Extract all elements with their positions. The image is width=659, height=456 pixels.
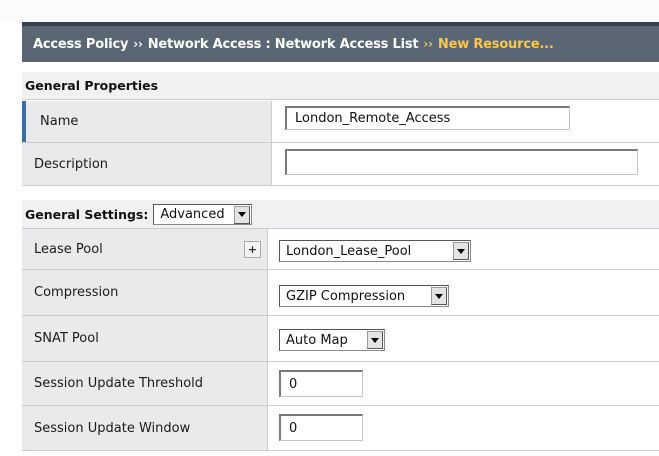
session-threshold-value: 0 xyxy=(289,376,298,392)
lease-pool-label: Lease Pool xyxy=(34,241,103,257)
chevron-down-icon[interactable] xyxy=(234,205,251,224)
session-threshold-row: Session Update Threshold 0 xyxy=(22,362,659,406)
chevron-down-icon[interactable] xyxy=(453,242,469,260)
compression-label: Compression xyxy=(34,285,119,300)
description-input[interactable] xyxy=(285,149,638,175)
general-settings-title: General Settings: xyxy=(25,206,149,222)
snat-pool-label: SNAT Pool xyxy=(34,331,99,346)
breadcrumb-separator: ›› xyxy=(423,37,433,51)
session-window-input[interactable]: 0 xyxy=(279,414,363,441)
session-threshold-label-cell: Session Update Threshold xyxy=(22,362,268,405)
name-input-value: London_Remote_Access xyxy=(295,111,451,126)
breadcrumb-current: New Resource... xyxy=(437,36,554,52)
snat-pool-select[interactable]: Auto Map xyxy=(279,329,385,351)
lease-pool-label-cell: Lease Pool + xyxy=(22,229,268,269)
description-label-cell: Description xyxy=(22,143,272,185)
session-threshold-input[interactable]: 0 xyxy=(279,370,363,397)
top-band xyxy=(0,0,659,22)
general-settings-mode-select[interactable]: Advanced xyxy=(153,203,253,225)
session-window-label: Session Update Window xyxy=(34,420,191,436)
lease-pool-row: Lease Pool + London_Lease_Pool xyxy=(22,229,659,270)
breadcrumb-item-access-policy[interactable]: Access Policy xyxy=(33,37,128,52)
chevron-down-icon[interactable] xyxy=(367,331,383,349)
snat-pool-select-value: Auto Map xyxy=(286,332,348,348)
name-input[interactable]: London_Remote_Access xyxy=(285,106,570,130)
compression-label-cell: Compression xyxy=(22,270,268,315)
general-settings-mode-value: Advanced xyxy=(160,206,225,222)
name-label: Name xyxy=(40,114,79,129)
breadcrumb: Access Policy ›› Network Access : Networ… xyxy=(22,22,659,62)
session-window-value: 0 xyxy=(289,420,298,436)
session-threshold-label: Session Update Threshold xyxy=(34,376,204,391)
general-settings-header: General Settings: Advanced xyxy=(22,200,659,229)
compression-select[interactable]: GZIP Compression xyxy=(279,285,449,307)
snat-pool-label-cell: SNAT Pool xyxy=(22,316,268,361)
description-label: Description xyxy=(34,156,109,172)
session-window-label-cell: Session Update Window xyxy=(22,406,268,450)
lease-pool-select-value: London_Lease_Pool xyxy=(286,243,412,259)
lease-pool-select[interactable]: London_Lease_Pool xyxy=(279,240,471,262)
name-label-cell: Name xyxy=(22,101,272,142)
chevron-down-icon[interactable] xyxy=(431,287,447,305)
general-properties-title: General Properties xyxy=(25,78,159,93)
compression-row: Compression GZIP Compression xyxy=(22,270,659,316)
description-row: Description xyxy=(22,143,659,186)
session-window-row: Session Update Window 0 xyxy=(22,406,659,451)
compression-select-value: GZIP Compression xyxy=(286,288,406,304)
name-row: Name London_Remote_Access xyxy=(22,101,659,143)
add-lease-pool-button[interactable]: + xyxy=(244,241,261,258)
general-properties-header: General Properties xyxy=(22,72,659,100)
breadcrumb-item-network-access-list[interactable]: Network Access : Network Access List xyxy=(148,37,419,52)
snat-pool-row: SNAT Pool Auto Map xyxy=(22,316,659,362)
row-marker xyxy=(22,101,26,142)
breadcrumb-separator: ›› xyxy=(133,37,143,51)
